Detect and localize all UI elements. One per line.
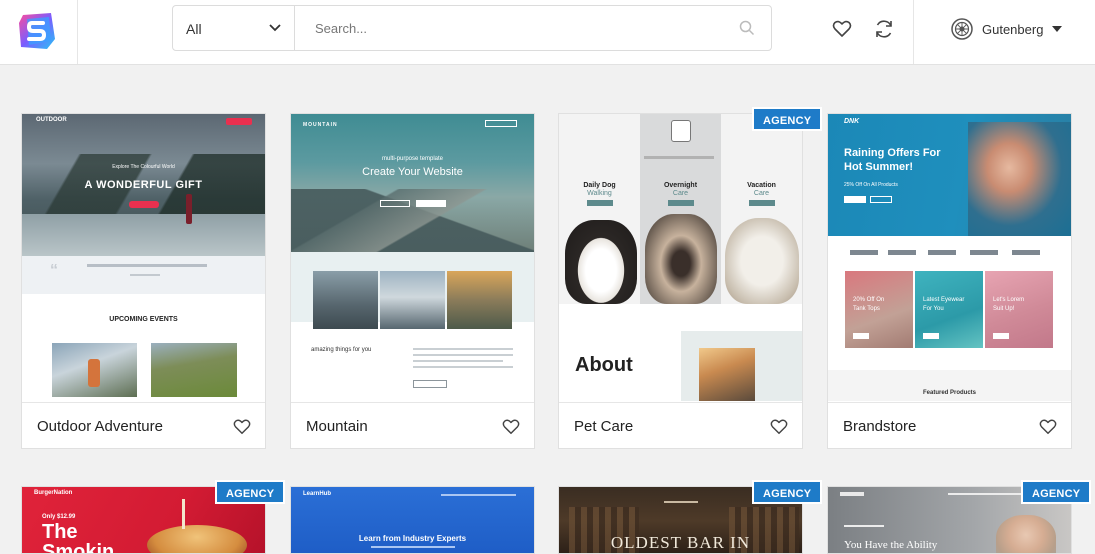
preview-col-subtitle: Walking [587, 190, 612, 197]
preview-headline: A WONDERFUL GIFT [84, 179, 203, 191]
preview-headline: You Have the Ability [844, 539, 938, 551]
header-divider [913, 0, 914, 64]
template-preview: LearnHub Learn from Industry Experts [291, 487, 534, 553]
template-preview: MOUNTAIN multi-purpose template Create Y… [291, 114, 534, 401]
preview-section-title: UPCOMING EVENTS [109, 316, 178, 323]
preview-col-title: Vacation [747, 182, 776, 189]
builder-dropdown[interactable]: Gutenberg [951, 17, 1063, 41]
preview-headline: Hot Summer! [844, 161, 914, 173]
heart-icon[interactable] [502, 418, 520, 436]
preview-tile-title: Suit Up! [993, 306, 1015, 312]
preview-headline: Learn from Industry Experts [358, 534, 467, 543]
preview-price: Only $12.99 [42, 514, 76, 520]
preview-logo: OUTDOOR [36, 117, 67, 123]
heart-icon[interactable] [233, 418, 251, 436]
sync-icon[interactable] [873, 18, 895, 40]
preview-logo: DNK [844, 118, 860, 125]
logo-icon[interactable] [17, 11, 57, 51]
template-preview: OUTDOOR Explore The Colourful World A WO… [22, 114, 265, 401]
preview-kicker: multi-purpose template [381, 156, 444, 162]
agency-badge: AGENCY [215, 480, 286, 504]
preview-about-title: About [575, 354, 633, 376]
preview-subtext: 25% Off On All Products [844, 182, 898, 188]
preview-tile-title: Latest Eyewear [923, 297, 965, 303]
top-header: All Gutenberg [0, 0, 1095, 65]
card-title: Brandstore [843, 418, 917, 435]
card-title: Outdoor Adventure [37, 418, 163, 435]
template-preview: DNK Raining Offers For Hot Summer! 25% O… [828, 114, 1071, 401]
search-icon[interactable] [739, 20, 755, 36]
card-footer: Outdoor Adventure [22, 402, 265, 448]
template-card-outdoor-adventure[interactable]: OUTDOOR Explore The Colourful World A WO… [21, 113, 266, 449]
preview-tile-title: For You [923, 306, 944, 312]
preview-text: amazing things for you [311, 347, 372, 353]
preview-headline: Raining Offers For [844, 147, 941, 159]
heart-icon[interactable] [1039, 418, 1057, 436]
preview-headline: OLDEST BAR IN [610, 533, 751, 552]
favorites-heart-icon[interactable] [832, 19, 852, 39]
template-preview: Daily Dog Walking Overnight Care Vacatio… [559, 114, 802, 401]
preview-col-title: Overnight [663, 182, 698, 189]
chevron-down-icon [269, 24, 281, 32]
category-select-value: All [186, 21, 202, 37]
preview-col-subtitle: Care [672, 190, 689, 197]
card-footer: Pet Care [559, 402, 802, 448]
agency-badge: AGENCY [752, 107, 823, 131]
preview-logo: BurgerNation [34, 490, 73, 496]
template-card-learnhub[interactable]: LearnHub Learn from Industry Experts [290, 486, 535, 554]
wordpress-icon [951, 18, 973, 40]
card-footer: Mountain [291, 402, 534, 448]
category-select[interactable]: All [173, 6, 295, 50]
preview-kicker: Explore The Colourful World [112, 164, 175, 170]
preview-logo: MOUNTAIN [303, 122, 338, 128]
preview-tile-title: 20% Off On [853, 297, 885, 303]
preview-logo: LearnHub [303, 491, 332, 497]
agency-badge: AGENCY [752, 480, 823, 504]
preview-tile-title: Let's Lorem [993, 297, 1025, 303]
template-card-pet-care[interactable]: Daily Dog Walking Overnight Care Vacatio… [558, 113, 803, 449]
template-card-brandstore[interactable]: DNK Raining Offers For Hot Summer! 25% O… [827, 113, 1072, 449]
preview-col-title: Daily Dog [583, 182, 616, 189]
caret-down-icon [1052, 26, 1063, 32]
template-card-mountain[interactable]: MOUNTAIN multi-purpose template Create Y… [290, 113, 535, 449]
card-footer: Brandstore [828, 402, 1071, 448]
preview-headline: Create Your Website [362, 166, 463, 178]
preview-headline: Smokin [42, 541, 115, 554]
heart-icon[interactable] [770, 418, 788, 436]
preview-featured: Featured Products [922, 390, 976, 396]
card-title: Mountain [306, 418, 368, 435]
builder-label: Gutenberg [982, 21, 1044, 37]
card-title: Pet Care [574, 418, 634, 435]
preview-tile-title: Tank Tops [853, 306, 880, 312]
search-bar: All [172, 5, 772, 51]
preview-col-subtitle: Care [753, 190, 770, 197]
logo-area [0, 0, 78, 64]
agency-badge: AGENCY [1021, 480, 1092, 504]
search-input[interactable] [296, 6, 726, 50]
